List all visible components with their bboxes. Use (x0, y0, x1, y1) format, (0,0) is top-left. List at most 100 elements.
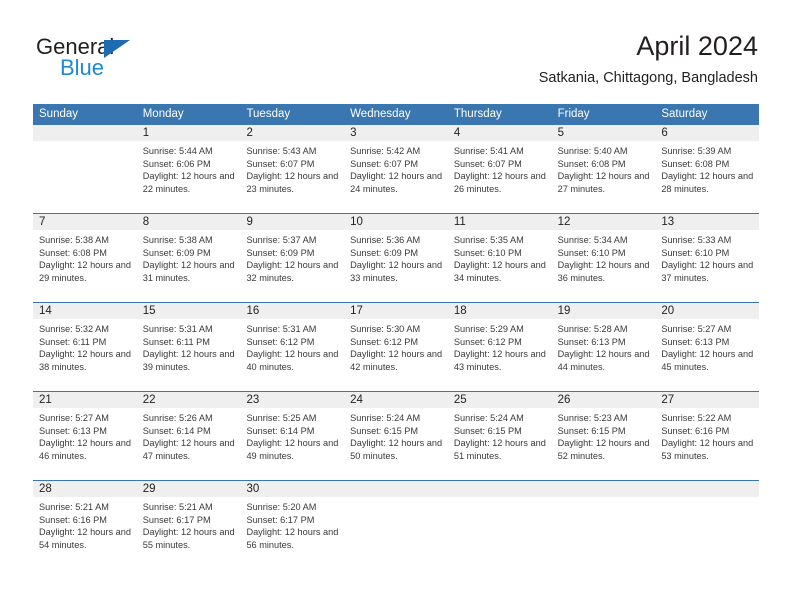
calendar-day-cell[interactable]: 8 Sunrise: 5:38 AM Sunset: 6:09 PM Daylight… (136, 214, 241, 302)
page-subtitle: Satkania, Chittagong, Bangladesh (538, 70, 758, 86)
sunset-text: Sunset: 6:09 PM (246, 247, 315, 258)
day-number-band (33, 125, 137, 141)
calendar-day-cell[interactable]: 30 Sunrise: 5:20 AM Sunset: 6:17 PM Dayligh… (240, 481, 345, 569)
sunset-text: Sunset: 6:09 PM (350, 247, 419, 258)
calendar-day-cell[interactable]: 2 Sunrise: 5:43 AM Sunset: 6:07 PM Daylight… (240, 125, 345, 213)
day-sun-info: Sunrise: 5:41 AM Sunset: 6:07 PM Daylight:… (448, 141, 552, 195)
calendar-day-cell[interactable]: 6 Sunrise: 5:39 AM Sunset: 6:08 PM Daylight… (655, 125, 760, 213)
day-number-band: 30 (240, 481, 345, 497)
day-sun-info: Sunrise: 5:31 AM Sunset: 6:12 PM Daylight:… (240, 319, 344, 373)
day-sun-info: Sunrise: 5:33 AM Sunset: 6:10 PM Daylight:… (655, 230, 759, 284)
sunset-text: Sunset: 6:15 PM (453, 425, 522, 436)
day-sun-info: Sunrise: 5:32 AM Sunset: 6:11 PM Daylight:… (33, 319, 137, 373)
day-number: 15 (142, 305, 156, 317)
calendar-day-cell[interactable]: 12 Sunrise: 5:34 AM Sunset: 6:10 PM Dayligh… (551, 214, 656, 302)
sunset-text: Sunset: 6:08 PM (661, 158, 730, 169)
daylight-text: Daylight: 12 hours and 26 minutes. (453, 171, 546, 194)
sunset-text: Sunset: 6:13 PM (39, 425, 107, 436)
sunset-text: Sunset: 6:15 PM (350, 425, 419, 436)
calendar-day-cell[interactable]: 24 Sunrise: 5:24 AM Sunset: 6:15 PM Dayligh… (344, 392, 448, 480)
sunrise-text: Sunrise: 5:25 AM (246, 413, 317, 423)
day-number: 26 (557, 394, 571, 406)
day-number-band: 1 (136, 125, 241, 141)
calendar-day-cell[interactable]: 14 Sunrise: 5:32 AM Sunset: 6:11 PM Dayligh… (33, 303, 137, 391)
daylight-text: Daylight: 12 hours and 29 minutes. (39, 260, 131, 283)
calendar-day-cell[interactable]: 5 Sunrise: 5:40 AM Sunset: 6:08 PM Daylight… (551, 125, 656, 213)
calendar-day-cell[interactable]: 26 Sunrise: 5:23 AM Sunset: 6:15 PM Dayligh… (551, 392, 656, 480)
day-number: 24 (350, 394, 363, 406)
day-number: 1 (142, 127, 150, 139)
calendar-day-cell[interactable]: 27 Sunrise: 5:22 AM Sunset: 6:16 PM Dayligh… (655, 392, 760, 480)
sunrise-text: Sunrise: 5:32 AM (39, 324, 109, 334)
calendar-day-cell[interactable]: 28 Sunrise: 5:21 AM Sunset: 6:16 PM Dayligh… (33, 481, 137, 569)
day-number-band: 29 (136, 481, 241, 497)
calendar-week-row: 1 Sunrise: 5:44 AM Sunset: 6:06 PM Daylight… (33, 125, 760, 213)
page-title: April 2024 (636, 31, 758, 61)
day-sun-info: Sunrise: 5:28 AM Sunset: 6:13 PM Daylight:… (552, 319, 656, 373)
calendar-day-cell[interactable]: 3 Sunrise: 5:42 AM Sunset: 6:07 PM Daylight… (344, 125, 448, 213)
daylight-text: Daylight: 12 hours and 50 minutes. (350, 438, 443, 461)
day-sun-info: Sunrise: 5:40 AM Sunset: 6:08 PM Daylight:… (552, 141, 656, 195)
day-sun-info: Sunrise: 5:29 AM Sunset: 6:12 PM Daylight:… (448, 319, 552, 373)
calendar-week-row: 14 Sunrise: 5:32 AM Sunset: 6:11 PM Dayligh… (33, 302, 760, 391)
day-number-band: 20 (655, 303, 760, 319)
day-sun-info: Sunrise: 5:21 AM Sunset: 6:17 PM Daylight:… (137, 497, 241, 551)
sunrise-text: Sunrise: 5:39 AM (661, 146, 732, 156)
day-number: 18 (453, 305, 467, 317)
calendar-day-cell[interactable]: 19 Sunrise: 5:28 AM Sunset: 6:13 PM Dayligh… (551, 303, 656, 391)
sunset-text: Sunset: 6:17 PM (246, 514, 315, 525)
calendar-day-cell[interactable]: 11 Sunrise: 5:35 AM Sunset: 6:10 PM Dayligh… (447, 214, 552, 302)
calendar-week-inner: 28 Sunrise: 5:21 AM Sunset: 6:16 PM Dayligh… (33, 481, 760, 569)
day-number: 20 (661, 305, 675, 317)
calendar-day-cell[interactable]: 15 Sunrise: 5:31 AM Sunset: 6:11 PM Dayligh… (136, 303, 241, 391)
day-number: 11 (453, 216, 466, 228)
sunset-text: Sunset: 6:14 PM (142, 425, 211, 436)
calendar-day-cell[interactable]: 17 Sunrise: 5:30 AM Sunset: 6:12 PM Dayligh… (344, 303, 448, 391)
calendar-week-row: 21 Sunrise: 5:27 AM Sunset: 6:13 PM Dayligh… (33, 391, 760, 480)
day-number-band: 11 (447, 214, 552, 230)
sunset-text: Sunset: 6:07 PM (246, 158, 315, 169)
calendar-day-cell[interactable]: 10 Sunrise: 5:36 AM Sunset: 6:09 PM Dayligh… (344, 214, 448, 302)
sunset-text: Sunset: 6:14 PM (246, 425, 315, 436)
calendar-week-inner: 1 Sunrise: 5:44 AM Sunset: 6:06 PM Daylight… (33, 125, 760, 213)
daylight-text: Daylight: 12 hours and 49 minutes. (246, 438, 339, 461)
sunset-text: Sunset: 6:08 PM (557, 158, 626, 169)
calendar-day-cell[interactable]: 9 Sunrise: 5:37 AM Sunset: 6:09 PM Daylight… (240, 214, 345, 302)
daylight-text: Daylight: 12 hours and 43 minutes. (453, 349, 546, 372)
day-number-band: 27 (655, 392, 760, 408)
calendar-day-cell[interactable]: 16 Sunrise: 5:31 AM Sunset: 6:12 PM Dayligh… (240, 303, 345, 391)
day-sun-info: Sunrise: 5:24 AM Sunset: 6:15 PM Daylight:… (448, 408, 552, 462)
day-sun-info: Sunrise: 5:30 AM Sunset: 6:12 PM Daylight:… (344, 319, 448, 373)
title-block: April 2024 Satkania, Chittagong, Banglad… (539, 30, 758, 88)
calendar-day-cell[interactable]: 23 Sunrise: 5:25 AM Sunset: 6:14 PM Dayligh… (240, 392, 345, 480)
calendar-day-cell[interactable]: 7 Sunrise: 5:38 AM Sunset: 6:08 PM Daylight… (33, 214, 137, 302)
sunset-text: Sunset: 6:17 PM (142, 514, 211, 525)
calendar-day-cell[interactable]: 20 Sunrise: 5:27 AM Sunset: 6:13 PM Dayligh… (655, 303, 760, 391)
sunrise-text: Sunrise: 5:23 AM (557, 413, 628, 423)
sunset-text: Sunset: 6:11 PM (142, 336, 210, 347)
calendar-day-cell[interactable]: 1 Sunrise: 5:44 AM Sunset: 6:06 PM Daylight… (136, 125, 241, 213)
day-number-band: 3 (344, 125, 448, 141)
brand-logo[interactable]: General Blue (36, 36, 236, 86)
sunset-text: Sunset: 6:11 PM (39, 336, 107, 347)
calendar-grid: Sunday Monday Tuesday Wednesday Thursday Frid… (33, 104, 760, 569)
sunset-text: Sunset: 6:07 PM (453, 158, 522, 169)
calendar-day-cell-empty (655, 481, 760, 569)
calendar-day-cell[interactable]: 18 Sunrise: 5:29 AM Sunset: 6:12 PM Dayligh… (447, 303, 552, 391)
day-number: 28 (39, 483, 52, 495)
weekday-header-thursday: Thursday (453, 108, 502, 120)
calendar-day-cell[interactable]: 4 Sunrise: 5:41 AM Sunset: 6:07 PM Daylight… (447, 125, 552, 213)
day-number: 12 (557, 216, 571, 228)
calendar-day-cell[interactable]: 21 Sunrise: 5:27 AM Sunset: 6:13 PM Dayligh… (33, 392, 137, 480)
day-sun-info: Sunrise: 5:39 AM Sunset: 6:08 PM Daylight:… (655, 141, 759, 195)
calendar-day-cell[interactable]: 22 Sunrise: 5:26 AM Sunset: 6:14 PM Dayligh… (136, 392, 241, 480)
daylight-text: Daylight: 12 hours and 33 minutes. (350, 260, 443, 283)
brand-name-blue: Blue (60, 55, 105, 80)
sunset-text: Sunset: 6:16 PM (39, 514, 107, 525)
sunset-text: Sunset: 6:12 PM (246, 336, 315, 347)
sunrise-text: Sunrise: 5:44 AM (142, 146, 213, 156)
day-sun-info: Sunrise: 5:25 AM Sunset: 6:14 PM Daylight:… (240, 408, 344, 462)
calendar-day-cell[interactable]: 13 Sunrise: 5:33 AM Sunset: 6:10 PM Dayligh… (655, 214, 760, 302)
calendar-day-cell[interactable]: 25 Sunrise: 5:24 AM Sunset: 6:15 PM Dayligh… (447, 392, 552, 480)
calendar-day-cell[interactable]: 29 Sunrise: 5:21 AM Sunset: 6:17 PM Dayligh… (136, 481, 241, 569)
